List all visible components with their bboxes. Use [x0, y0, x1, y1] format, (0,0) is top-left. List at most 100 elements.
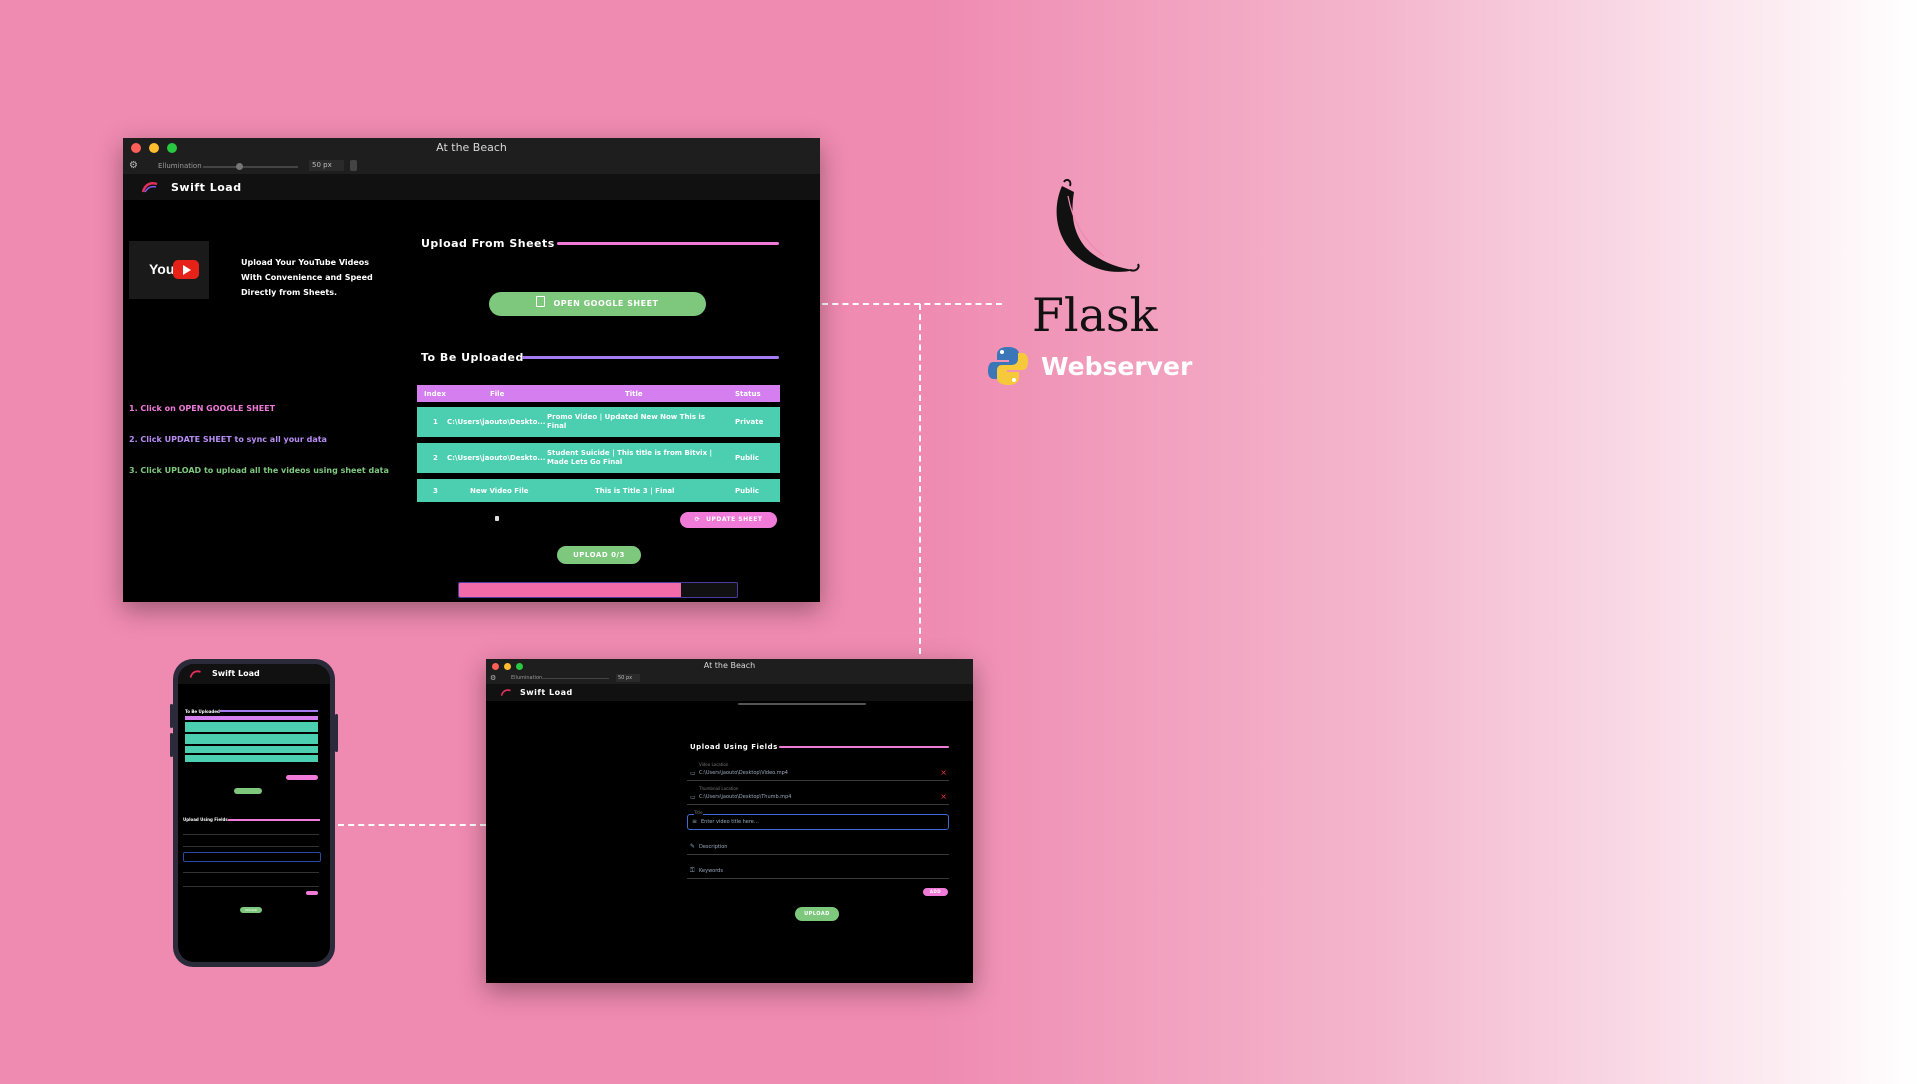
webserver-label: Webserver [1041, 352, 1193, 381]
title-icon: ≡ [692, 818, 698, 825]
title-bar: At the Beach [123, 138, 820, 158]
title-bar: At the Beach [486, 659, 973, 673]
description-icon: ✎ [690, 843, 696, 850]
thumbnail-location-field[interactable]: Thumbnail Location ▭ C:\Users\jaouto\Des… [687, 786, 949, 805]
phone-upload-button[interactable]: UPLOAD [240, 907, 262, 913]
cell-index: 3 [433, 486, 438, 495]
phone-fields-rule [228, 819, 320, 821]
phone-field[interactable] [183, 852, 321, 862]
phone-power-button [335, 714, 338, 752]
toolbar: ⚙ Ellumination 50 px [123, 158, 820, 174]
add-button[interactable]: ADD [923, 888, 948, 896]
upload-label: UPLOAD [804, 911, 830, 917]
to-upload-rule [522, 356, 779, 359]
fields-title: Upload Using Fields [690, 743, 778, 751]
field-label: Video Location [699, 762, 729, 767]
phone-app-name: Swift Load [212, 669, 260, 678]
table-row[interactable] [185, 755, 318, 762]
phone-to-upload-title: To Be Uploaded [185, 709, 220, 714]
cell-file: C:\Users\jaouto\Deskto... [447, 454, 546, 462]
flask-logo: Flask [1030, 178, 1190, 348]
table-row[interactable] [185, 734, 318, 744]
field-placeholder: Enter video title here... [701, 819, 759, 825]
field-placeholder: Keywords [699, 868, 723, 874]
phone-volume-button [170, 733, 173, 757]
cell-status: Public [735, 486, 760, 495]
phone-device: Swift Load To Be Uploaded Upload Using F… [170, 659, 338, 967]
title-field[interactable]: Title ≡ Enter video title here... [687, 810, 949, 830]
add-label: ADD [929, 889, 942, 894]
size-input[interactable]: 50 px [309, 160, 344, 171]
cell-status: Private [735, 418, 764, 426]
phone-field[interactable] [183, 882, 319, 887]
table-row[interactable] [185, 722, 318, 732]
mouse-cursor [495, 516, 499, 521]
phone-to-upload-rule [220, 710, 318, 712]
phone-screen: Swift Load To Be Uploaded Upload Using F… [178, 664, 330, 962]
slider-thumb[interactable] [236, 163, 243, 170]
connector-phone-tablet [338, 824, 486, 826]
refresh-icon: ⟳ [694, 516, 701, 523]
phone-field[interactable] [183, 842, 319, 847]
table-row[interactable]: 3 New Video File This is Title 3 | Final… [417, 479, 780, 502]
clear-icon[interactable]: × [940, 792, 947, 801]
gear-icon[interactable]: ⚙ [129, 160, 138, 171]
phone-app-bar: Swift Load [178, 664, 330, 684]
header-status: Status [735, 389, 761, 398]
window-title: At the Beach [436, 141, 507, 154]
description-field[interactable]: ✎ Description [687, 840, 949, 855]
youtube-you-text: You [149, 261, 175, 277]
app-bar: Swift Load [486, 684, 973, 701]
field-label: Title [694, 810, 703, 815]
swift-load-logo-icon [189, 670, 201, 678]
header-index: Index [424, 389, 446, 398]
app-name: Swift Load [520, 688, 573, 697]
tagline-line-2: With Convenience and Speed [241, 273, 373, 282]
phone-update-sheet-button[interactable] [286, 775, 318, 780]
keywords-field[interactable]: ⚿ Keywords [687, 864, 949, 879]
clear-icon[interactable]: × [940, 768, 947, 777]
toolbar: ⚙ Ellumination 50 px [486, 673, 973, 684]
upload-label: UPLOAD 0/3 [573, 551, 625, 559]
cell-title: Promo Video | Updated New Now This is Fi… [547, 413, 706, 430]
tagline: Upload Your YouTube Videos With Convenie… [241, 255, 373, 300]
table-row[interactable]: 1 C:\Users\jaouto\Deskto... Promo Video … [417, 407, 780, 437]
youtube-logo: You [129, 241, 209, 299]
video-location-field[interactable]: Video Location ▭ C:\Users\jaouto\Desktop… [687, 762, 949, 781]
swift-load-logo-icon [141, 182, 158, 193]
cell-index: 1 [433, 418, 438, 426]
phone-fields-title: Upload Using Fields [183, 817, 228, 822]
slider-track[interactable] [541, 678, 609, 679]
app-bar: Swift Load [123, 174, 820, 200]
header-title: Title [625, 389, 643, 398]
tablet-window: At the Beach ⚙ Ellumination 50 px Swift … [486, 659, 973, 983]
python-icon [988, 347, 1028, 385]
cell-title: This is Title 3 | Final [595, 486, 675, 495]
stepper-icon[interactable] [350, 160, 357, 171]
window-title: At the Beach [703, 661, 756, 670]
upload-progress-bar [458, 582, 738, 598]
gear-icon[interactable]: ⚙ [490, 674, 496, 682]
size-input[interactable]: 50 px [616, 674, 640, 682]
slider-track[interactable] [203, 166, 298, 168]
tagline-line-3: Directly from Sheets. [241, 288, 338, 297]
uploads-table: Index File Title Status 1 C:\Users\jaout… [417, 385, 780, 502]
cell-title: Student Suicide | This title is from Bit… [547, 449, 713, 466]
cell-status: Public [735, 454, 760, 462]
flask-name: Flask [1032, 288, 1158, 342]
phone-field[interactable] [183, 868, 319, 873]
upload-button[interactable]: UPLOAD 0/3 [557, 546, 641, 564]
file-icon: ▭ [690, 794, 696, 801]
open-google-sheet-button[interactable]: OPEN GOOGLE SHEET [489, 292, 706, 316]
phone-field[interactable] [183, 830, 319, 835]
table-row[interactable] [185, 746, 318, 753]
upload-sheets-title: Upload From Sheets [421, 237, 555, 250]
connector-flask-tablet [919, 304, 921, 654]
table-header: Index File Title Status [417, 385, 780, 402]
webserver-label-group: Webserver [987, 345, 1217, 389]
table-row[interactable]: 2 C:\Users\jaouto\Deskto... Student Suic… [417, 443, 780, 473]
update-sheet-button[interactable]: ⟳ UPDATE SHEET [680, 512, 777, 528]
phone-small-button[interactable] [306, 891, 318, 895]
upload-button[interactable]: UPLOAD [795, 907, 839, 921]
phone-upload-sheet-button[interactable] [234, 788, 262, 794]
